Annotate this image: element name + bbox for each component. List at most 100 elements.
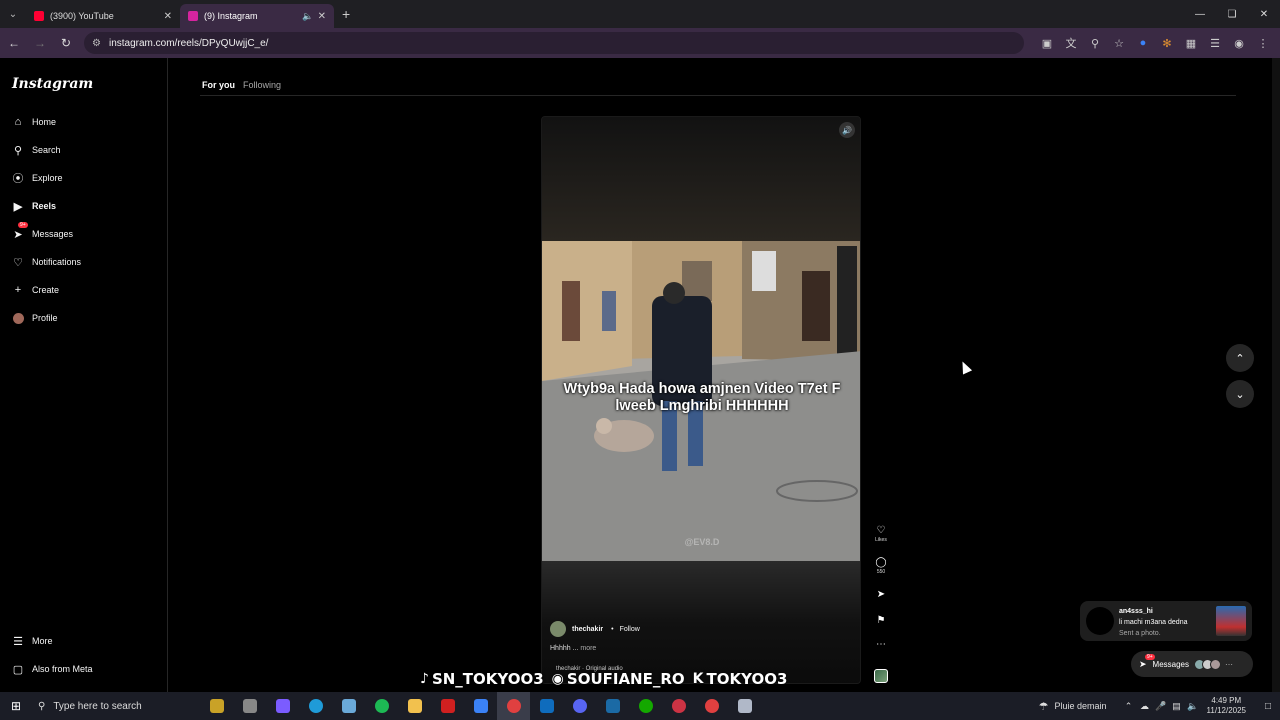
reel-player[interactable]: Wtyb9a Hada howa amjnen Video T7et F lwe… [541,116,861,684]
more-link[interactable]: more [580,645,596,652]
windows-taskbar: ⊞ ⚲ Type here to search ☂ Pluie demain ⌃… [0,692,1280,720]
restore-icon[interactable]: ❏ [1216,0,1248,28]
youtube-favicon-icon [34,11,44,21]
reel-video-frame[interactable]: Wtyb9a Hada howa amjnen Video T7et F lwe… [542,241,860,561]
close-window-icon[interactable]: ✕ [1248,0,1280,28]
menu-icon[interactable]: ⋮ [1254,31,1272,55]
follow-button[interactable]: Follow [620,626,640,633]
comment-button[interactable]: ◯ 550 [872,557,890,575]
back-icon[interactable]: ← [2,31,26,55]
plus-icon: + [14,284,22,296]
clock[interactable]: 4:49 PM 11/12/2025 [1207,696,1246,716]
instagram-sidebar: Instagram ⌂ Home ⚲ Search ⦿ Explore ▶ Re… [0,58,168,692]
sidebar-item-meta[interactable]: ▢ Also from Meta [12,661,93,677]
sidebar-item-explore[interactable]: ⦿ Explore [12,170,63,186]
sidebar-item-more[interactable]: ☰ More [12,633,52,649]
messages-label: Messages [1152,659,1190,669]
close-tab-icon[interactable]: ✕ [164,11,172,22]
forward-icon[interactable]: → [28,31,52,55]
taskbar-app-notes[interactable] [332,692,365,720]
sidebar-item-messages[interactable]: ➤ 9+ Messages [12,222,73,242]
description-text: Hhhhh ... [550,645,579,652]
messages-pill[interactable]: ➤ 9+ Messages ⋯ [1131,651,1253,677]
extension-icon[interactable]: ▦ [1182,31,1200,55]
author-name[interactable]: thechakir [572,626,603,633]
new-tab-button[interactable]: + [342,6,350,22]
hamburger-icon: ☰ [13,635,23,648]
taskbar-search[interactable]: ⚲ Type here to search [32,692,172,720]
taskbar-app-tool[interactable] [728,692,761,720]
instagram-logo[interactable]: Instagram [12,76,93,92]
sidebar-item-search[interactable]: ⚲ Search [12,142,61,158]
audio-thumbnail[interactable] [874,669,888,683]
notification-center-icon[interactable]: □ [1256,701,1280,712]
tab-audio-icon[interactable]: 🔈 [302,11,313,22]
taskbar-app-red-app[interactable] [431,692,464,720]
bookmark-star-icon[interactable]: ☆ [1110,31,1128,55]
spotify-icon [374,699,389,713]
volume-icon[interactable]: 🔊 [839,122,855,138]
reload-icon[interactable]: ↻ [54,31,78,55]
notes-icon [341,699,356,713]
volume-icon[interactable]: 🔈 [1185,701,1201,712]
install-icon[interactable]: ▣ [1038,31,1056,55]
taskbar-app-outlook[interactable] [530,692,563,720]
mouse-cursor [957,359,973,375]
avatar[interactable] [550,621,566,637]
taskbar-app-chrome-2[interactable] [695,692,728,720]
page-scrollbar[interactable] [1272,58,1280,692]
tab-for-you[interactable]: For you [202,80,235,90]
save-icon[interactable]: ⚑ [872,615,890,626]
message-notification[interactable]: an4sss_hi li machi m3ana dedna Sent a ph… [1080,601,1252,641]
taskbar-app-file-explorer[interactable] [398,692,431,720]
extension-orange-icon[interactable]: ✻ [1158,31,1176,55]
taskbar-app-spotify[interactable] [365,692,398,720]
window-controls: — ❏ ✕ [1184,0,1280,28]
taskbar-app-upwork[interactable] [629,692,662,720]
taskbar-app-edge[interactable] [299,692,332,720]
onedrive-icon[interactable]: ☁ [1137,701,1153,712]
profile-icon[interactable]: ◉ [1230,31,1248,55]
taskbar-app-store[interactable] [464,692,497,720]
taskbar-app-coins-app[interactable] [200,692,233,720]
taskbar-app-vpn[interactable] [662,692,695,720]
extension-blue-icon[interactable]: ● [1134,31,1152,55]
message-avatars [1194,658,1222,670]
home-icon: ⌂ [14,116,22,128]
tab-following[interactable]: Following [243,80,281,90]
sidebar-item-home[interactable]: ⌂ Home [12,114,56,130]
media-icon[interactable]: ☰ [1206,31,1224,55]
site-info-icon[interactable]: ⚙ [92,38,101,49]
previous-reel-button[interactable]: ⌃ [1226,344,1254,372]
like-button[interactable]: ♡ Likes [872,525,890,543]
close-tab-icon[interactable]: ✕ [318,11,326,22]
next-reel-button[interactable]: ⌄ [1226,380,1254,408]
sidebar-item-profile[interactable]: Profile [12,310,58,326]
translate-icon[interactable]: 文 [1062,31,1080,55]
url-bar[interactable]: ⚙ instagram.com/reels/DPyQUwjjC_e/ [84,32,1024,54]
copilot-icon [275,699,290,713]
weather-widget[interactable]: ☂ Pluie demain [1039,700,1107,713]
sidebar-item-reels[interactable]: ▶ Reels [12,198,56,214]
windows-start-icon[interactable]: ⊞ [0,692,32,720]
messages-icon: ➤ [13,228,23,241]
steam-icon [605,699,620,713]
taskbar-app-copilot[interactable] [266,692,299,720]
taskbar-app-chrome[interactable] [497,692,530,720]
search-icon: ⚲ [38,700,46,712]
chevron-up-icon[interactable]: ⌃ [1121,701,1137,712]
zoom-icon[interactable]: ⚲ [1086,31,1104,55]
share-icon[interactable]: ➤ [872,589,890,600]
tab-search-icon[interactable]: ⌄ [0,0,26,28]
network-icon[interactable]: ▤ [1169,701,1185,712]
taskbar-app-task-view[interactable] [233,692,266,720]
taskbar-app-steam[interactable] [596,692,629,720]
more-options-icon[interactable]: ⋯ [872,639,890,650]
tab-instagram[interactable]: (9) Instagram 🔈 ✕ [180,4,334,28]
microphone-icon[interactable]: 🎤 [1153,701,1169,712]
sidebar-item-notifications[interactable]: ♡ Notifications [12,254,81,270]
tab-youtube[interactable]: (3900) YouTube ✕ [26,4,180,28]
taskbar-app-discord[interactable] [563,692,596,720]
sidebar-item-create[interactable]: + Create [12,282,59,298]
minimize-icon[interactable]: — [1184,0,1216,28]
